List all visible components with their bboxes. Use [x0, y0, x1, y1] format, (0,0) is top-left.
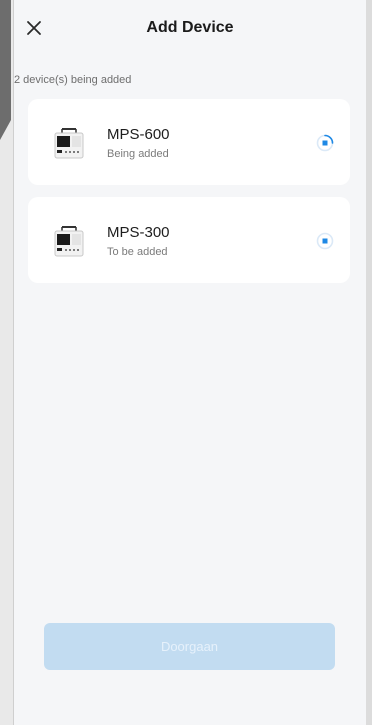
device-name: MPS-600	[107, 126, 170, 143]
loading-spinner-icon	[316, 134, 334, 152]
overlay-shadow-edge	[0, 120, 11, 140]
page-title: Add Device	[146, 19, 234, 36]
background-overlay	[0, 0, 13, 725]
header-bar: Add Device	[14, 0, 366, 60]
device-status: Being added	[107, 148, 169, 160]
add-device-screen: Add Device 2 device(s) being added MPS-6…	[13, 0, 366, 725]
device-card[interactable]: MPS-300 To be added	[28, 197, 350, 283]
power-station-icon	[54, 226, 84, 257]
device-status: To be added	[107, 246, 168, 258]
continue-button[interactable]: Doorgaan	[44, 623, 335, 670]
close-button[interactable]	[22, 16, 46, 40]
pending-stop-icon	[316, 232, 334, 250]
device-name: MPS-300	[107, 224, 170, 241]
device-card[interactable]: MPS-600 Being added	[28, 99, 350, 185]
power-station-icon	[54, 128, 84, 159]
devices-summary: 2 device(s) being added	[14, 74, 132, 86]
close-icon	[27, 21, 41, 35]
overlay-shadow	[0, 0, 11, 120]
